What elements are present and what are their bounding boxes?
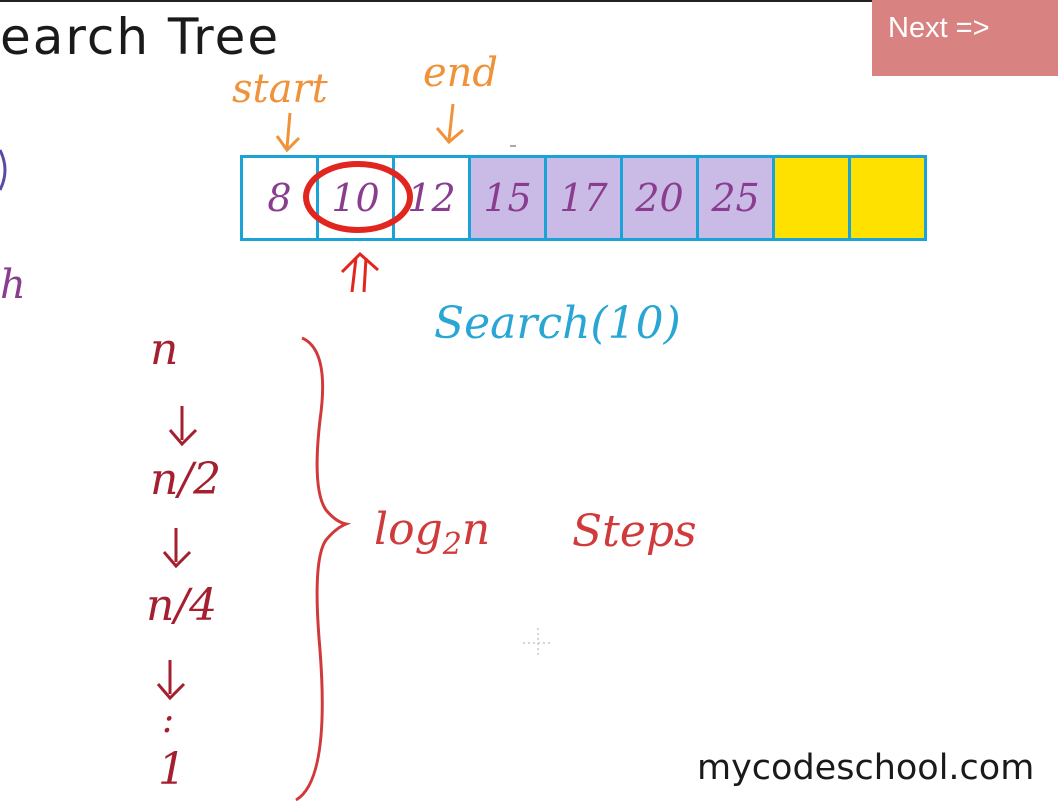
drawing-overlay bbox=[0, 103, 553, 802]
down-arrow-icon bbox=[435, 103, 464, 145]
log-base: 2 bbox=[442, 526, 462, 562]
partial-circle-mark bbox=[0, 149, 7, 191]
step-one: 1 bbox=[158, 744, 186, 795]
next-button[interactable]: Next => bbox=[872, 0, 1058, 76]
step-n: n bbox=[150, 324, 179, 375]
array-cell: 8 bbox=[240, 155, 319, 241]
sorted-array: 8 10 12 15 17 20 25 bbox=[240, 155, 927, 241]
down-arrow-icon bbox=[156, 660, 186, 701]
down-arrow-icon bbox=[162, 528, 192, 569]
down-arrow-icon bbox=[275, 112, 301, 153]
array-cell: 15 bbox=[468, 155, 547, 241]
up-double-arrow-icon bbox=[340, 251, 379, 293]
end-pointer-label: end bbox=[423, 50, 499, 96]
array-cell bbox=[772, 155, 851, 241]
step-n-half: n/2 bbox=[150, 454, 222, 505]
array-cell: 10 bbox=[316, 155, 395, 241]
array-cell: 12 bbox=[392, 155, 471, 241]
array-cell bbox=[848, 155, 927, 241]
log-prefix: log bbox=[374, 504, 443, 555]
cursor-crosshair-icon bbox=[523, 628, 553, 658]
down-arrow-icon bbox=[168, 406, 198, 447]
array-cell: 25 bbox=[696, 155, 775, 241]
start-pointer-label: start bbox=[232, 66, 328, 112]
array-cell: 17 bbox=[544, 155, 623, 241]
curly-brace-icon bbox=[295, 336, 352, 802]
log-var: n bbox=[461, 504, 491, 555]
partial-left-text: h bbox=[0, 262, 26, 308]
step-ellipsis: : bbox=[162, 700, 175, 741]
watermark-text: mycodeschool.com bbox=[697, 748, 1035, 788]
log-n-label: log2n bbox=[374, 504, 490, 562]
search-call-label: Search(10) bbox=[434, 298, 681, 349]
step-n-quarter: n/4 bbox=[146, 580, 218, 631]
array-cell: 20 bbox=[620, 155, 699, 241]
slide-title: earch Tree bbox=[0, 8, 281, 66]
steps-label: Steps bbox=[572, 506, 697, 557]
